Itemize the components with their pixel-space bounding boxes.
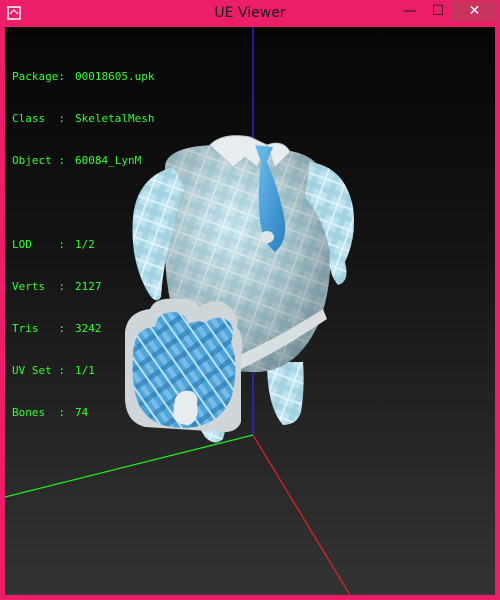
axis-x-line	[252, 434, 351, 595]
info-value-verts: 2127	[75, 280, 102, 293]
close-button[interactable]: ✕	[452, 1, 497, 21]
info-value-class: SkeletalMesh	[75, 112, 155, 125]
info-label-bones: Bones :	[12, 406, 65, 419]
info-label-lod: LOD :	[12, 238, 65, 251]
maximize-button[interactable]: ☐	[424, 1, 452, 21]
maximize-icon: ☐	[431, 3, 445, 19]
info-value-tris: 3242	[75, 322, 102, 335]
info-row-bones: Bones : 74	[12, 406, 154, 420]
info-row-class: Class : SkeletalMesh	[12, 112, 154, 126]
info-row-verts: Verts : 2127	[12, 280, 154, 294]
info-row-uvset: UV Set : 1/1	[12, 364, 154, 378]
minimize-icon: —	[403, 3, 417, 19]
info-value-package: 00018605.upk	[75, 70, 155, 83]
minimize-button[interactable]: —	[396, 1, 424, 21]
info-value-lod: 1/2	[75, 238, 95, 251]
info-label-verts: Verts :	[12, 280, 65, 293]
info-row-lod: LOD : 1/2	[12, 238, 154, 252]
info-row-tris: Tris : 3242	[12, 322, 154, 336]
info-label-object: Object :	[12, 154, 65, 167]
3d-viewport[interactable]: Package: 00018605.upk Class : SkeletalMe…	[5, 27, 495, 595]
info-label-uvset: UV Set :	[12, 364, 65, 377]
app-window: UE Viewer — ☐ ✕ Package: 00018605.upk Cl…	[0, 0, 500, 600]
info-label-class: Class :	[12, 112, 65, 125]
info-value-bones: 74	[75, 406, 89, 419]
info-value-uvset: 1/1	[75, 364, 95, 377]
info-value-object: 60084_LynM	[75, 154, 142, 167]
close-icon: ✕	[468, 3, 481, 19]
info-label-tris: Tris :	[12, 322, 65, 335]
info-label-package: Package:	[12, 70, 65, 83]
info-row-package: Package: 00018605.upk	[12, 70, 154, 84]
character-mesh[interactable]	[125, 135, 354, 443]
title-bar[interactable]: UE Viewer — ☐ ✕	[0, 0, 500, 27]
info-row-object: Object : 60084_LynM	[12, 154, 154, 168]
mesh-info-panel: Package: 00018605.upk Class : SkeletalMe…	[12, 42, 154, 448]
